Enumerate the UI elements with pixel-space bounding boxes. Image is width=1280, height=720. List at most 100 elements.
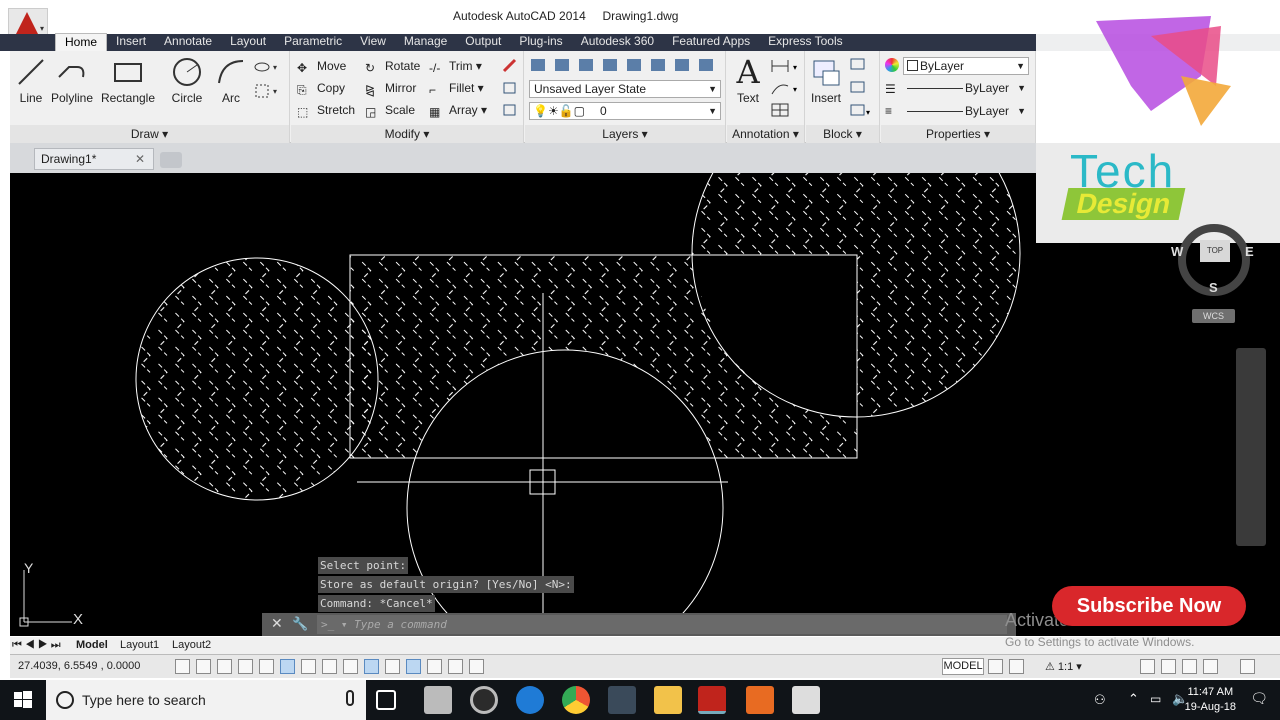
windows-start-icon[interactable]	[0, 680, 46, 720]
notifications-icon[interactable]: 🗨	[1250, 690, 1268, 707]
quick-view-drawings-icon[interactable]	[1009, 659, 1024, 674]
lineweight-dropdown[interactable]: ByLayer ▼	[903, 103, 1029, 121]
tab-manage[interactable]: Manage	[395, 33, 456, 51]
media-player-icon[interactable]	[470, 686, 498, 714]
quick-view-layouts-icon[interactable]	[988, 659, 1003, 674]
tab-featured-apps[interactable]: Featured Apps	[663, 33, 759, 51]
taskbar-search-box[interactable]: Type here to search	[46, 680, 366, 720]
block-panel-title[interactable]: Block ▾	[806, 125, 879, 143]
tab-home[interactable]: Home	[55, 33, 108, 51]
mirror-button[interactable]: ⧎ Mirror	[365, 78, 416, 98]
tab-annotate[interactable]: Annotate	[155, 33, 221, 51]
drawing-svg[interactable]: Y X	[10, 173, 1036, 636]
draw-extra-icons[interactable]: ▾▾	[253, 59, 281, 105]
compass-south[interactable]: S	[1209, 280, 1218, 295]
tab-express-tools[interactable]: Express Tools	[759, 33, 851, 51]
trim-button[interactable]: -/- Trim ▾	[429, 56, 482, 76]
lineweight-toggle-icon[interactable]	[385, 659, 400, 674]
dynamic-input-icon[interactable]	[364, 659, 379, 674]
chevron-up-icon[interactable]: ⌃	[1128, 691, 1139, 707]
wrench-icon[interactable]: 🔧	[292, 616, 308, 632]
hatched-circle-left[interactable]	[136, 258, 378, 500]
tab-layout[interactable]: Layout	[221, 33, 275, 51]
lock-icon[interactable]	[1161, 659, 1176, 674]
tab-plugins[interactable]: Plug-ins	[510, 33, 571, 51]
compass-east[interactable]: E	[1245, 244, 1254, 259]
stretch-button[interactable]: ⬚ Stretch	[297, 100, 355, 120]
clean-screen-icon[interactable]	[1240, 659, 1255, 674]
microphone-icon[interactable]	[346, 690, 354, 706]
network-icon[interactable]: ▭	[1150, 692, 1161, 706]
calculator-icon[interactable]	[424, 686, 452, 714]
tab-output[interactable]: Output	[456, 33, 510, 51]
color-dropdown[interactable]: ByLayer ▼	[903, 57, 1029, 75]
draw-panel-title[interactable]: Draw ▾	[10, 125, 289, 143]
autocad-taskbar-icon[interactable]	[698, 686, 726, 714]
chrome-browser-icon[interactable]	[562, 686, 590, 714]
navigation-bar[interactable]	[1236, 348, 1266, 546]
annotation-scale[interactable]: ⚠ 1:1 ▾	[1045, 660, 1082, 673]
object-snap-icon[interactable]	[280, 659, 295, 674]
infer-constraints-icon[interactable]	[175, 659, 190, 674]
wcs-menu[interactable]: WCS	[1192, 309, 1235, 323]
edge-browser-icon[interactable]	[516, 686, 544, 714]
tab-insert[interactable]: Insert	[107, 33, 155, 51]
snap-mode-icon[interactable]	[196, 659, 211, 674]
modify-extra-icons[interactable]	[501, 57, 519, 123]
new-tab-button[interactable]	[160, 152, 182, 168]
command-input[interactable]: >_ ▾ Type a command	[317, 615, 1007, 634]
tab-layout1[interactable]: Layout1	[120, 638, 159, 653]
scale-button[interactable]: ◲ Scale	[365, 100, 415, 120]
file-tab-drawing1[interactable]: Drawing1* ✕	[34, 148, 154, 170]
layer-state-dropdown[interactable]: Unsaved Layer State ▼	[529, 80, 721, 98]
rectangle-tool-button[interactable]: Rectangle	[100, 55, 156, 105]
arc-tool-button[interactable]: Arc	[214, 55, 248, 105]
annotation-monitor-icon[interactable]	[469, 659, 484, 674]
object-snap-tracking-icon[interactable]	[322, 659, 337, 674]
recorder-app-icon[interactable]	[746, 686, 774, 714]
dimension-icons[interactable]: ▾▾	[769, 56, 801, 120]
drawing-canvas[interactable]: Y X	[10, 173, 1036, 636]
text-tool-button[interactable]: A Text	[731, 55, 765, 105]
selection-cycling-icon[interactable]	[448, 659, 463, 674]
linetype-dropdown[interactable]: ByLayer ▼	[903, 80, 1029, 98]
tab-autodesk-360[interactable]: Autodesk 360	[572, 33, 663, 51]
tab-parametric[interactable]: Parametric	[275, 33, 351, 51]
3d-object-snap-icon[interactable]	[301, 659, 316, 674]
file-explorer-icon[interactable]	[654, 686, 682, 714]
grid-display-icon[interactable]	[217, 659, 232, 674]
viewcube-top-face[interactable]: TOP	[1200, 240, 1230, 262]
rotate-button[interactable]: ↻ Rotate	[365, 56, 420, 76]
ortho-mode-icon[interactable]	[238, 659, 253, 674]
annotation-panel-title[interactable]: Annotation ▾	[727, 125, 804, 143]
allow-disallow-ucs-icon[interactable]	[343, 659, 358, 674]
taskbar-clock[interactable]: 11:47 AM 19-Aug-18	[1185, 685, 1236, 715]
close-icon[interactable]: ✕	[135, 149, 145, 169]
layer-tool-icons[interactable]	[529, 56, 719, 74]
line-tool-button[interactable]: Line	[14, 55, 48, 105]
polyline-tool-button[interactable]: Polyline	[50, 55, 94, 105]
hardware-acceleration-icon[interactable]	[1182, 659, 1197, 674]
polar-tracking-icon[interactable]	[259, 659, 274, 674]
modify-panel-title[interactable]: Modify ▾	[291, 125, 523, 143]
tab-layout2[interactable]: Layout2	[172, 638, 211, 653]
task-view-icon[interactable]	[376, 690, 396, 710]
layout-nav-icons[interactable]: ⏮ ◀ ▶ ⏭	[12, 638, 61, 653]
insert-block-button[interactable]: Insert	[808, 55, 844, 105]
quick-properties-icon[interactable]	[427, 659, 442, 674]
move-button[interactable]: ✥ Move	[297, 56, 346, 76]
model-space-button[interactable]: MODEL	[942, 658, 984, 675]
tab-model[interactable]: Model	[76, 638, 108, 653]
close-icon[interactable]: ✕	[271, 615, 283, 632]
circle-tool-button[interactable]: Circle	[170, 55, 204, 105]
store-app-icon[interactable]	[608, 686, 636, 714]
isolate-objects-icon[interactable]	[1203, 659, 1218, 674]
workspace-switch-icon[interactable]	[1140, 659, 1155, 674]
fillet-button[interactable]: ⌐ Fillet ▾	[429, 78, 484, 98]
array-button[interactable]: ▦ Array ▾	[429, 100, 487, 120]
properties-panel-title[interactable]: Properties ▾	[881, 125, 1035, 143]
layers-panel-title[interactable]: Layers ▾	[525, 125, 725, 143]
transparency-icon[interactable]	[406, 659, 421, 674]
photos-app-icon[interactable]	[792, 686, 820, 714]
compass-west[interactable]: W	[1171, 244, 1183, 259]
